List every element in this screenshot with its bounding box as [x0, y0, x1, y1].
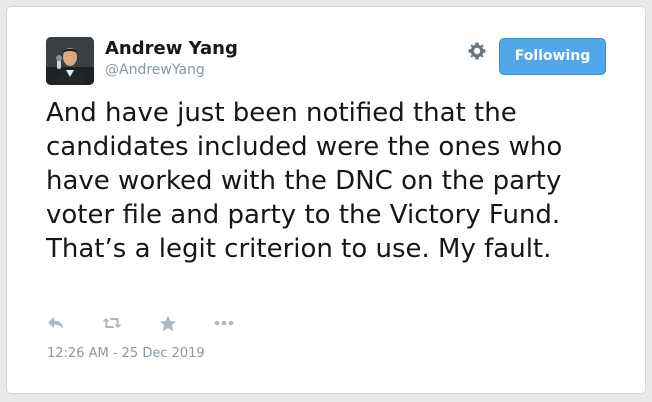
author-handle[interactable]: @AndrewYang [105, 61, 205, 79]
tweet-text: And have just been notified that the can… [46, 98, 563, 264]
avatar-image [46, 37, 94, 85]
retweet-icon[interactable] [102, 313, 122, 333]
like-star-icon[interactable] [158, 313, 178, 333]
author-name[interactable]: Andrew Yang [105, 38, 238, 60]
gear-icon[interactable] [467, 41, 487, 61]
tweet-timestamp[interactable]: 12:26 AM - 25 Dec 2019 [47, 346, 205, 362]
tweet-actions [46, 313, 270, 333]
more-icon[interactable] [214, 313, 234, 333]
avatar[interactable] [46, 37, 94, 85]
tweet-card: Andrew Yang @AndrewYang Following And ha… [6, 6, 646, 394]
following-button[interactable]: Following [499, 38, 606, 75]
reply-icon[interactable] [46, 313, 66, 333]
